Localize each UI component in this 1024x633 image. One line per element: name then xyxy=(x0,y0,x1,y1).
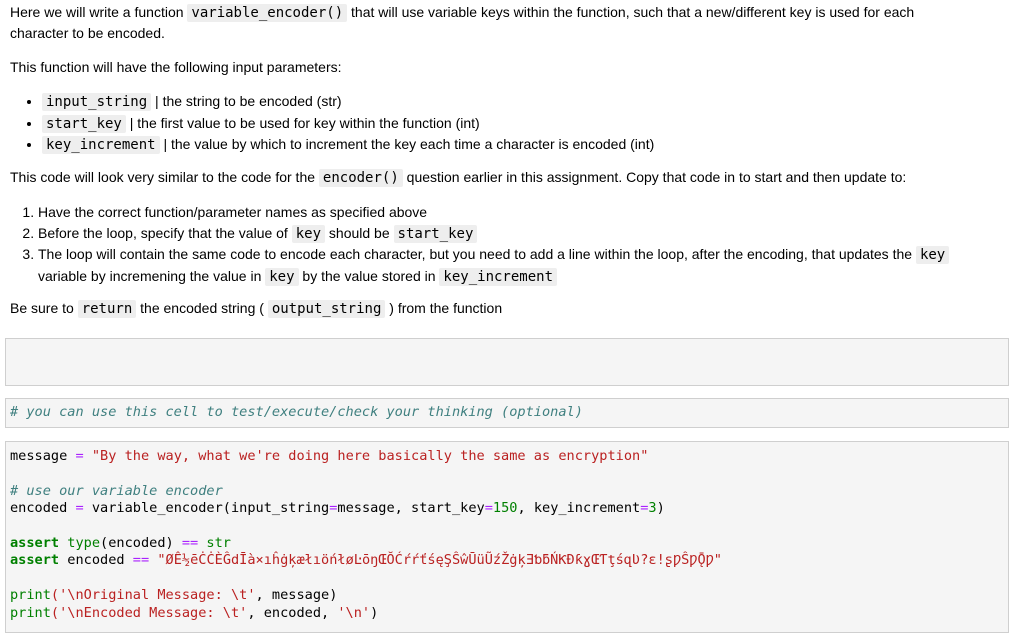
code-token: '\n' xyxy=(337,604,371,621)
step-item: Have the correct function/parameter name… xyxy=(38,202,1010,223)
text: ) from the function xyxy=(385,300,503,316)
text: Before the loop, specify that the value … xyxy=(38,224,292,241)
param-code: key_increment xyxy=(42,136,160,154)
code-token: 150 xyxy=(492,500,518,517)
code-block: message = "By the way, what we're doing … xyxy=(6,442,1008,622)
text: Here we will write a function xyxy=(10,4,188,20)
params-list: input_string | the string to be encoded … xyxy=(10,91,1010,156)
param-code: input_string xyxy=(42,93,152,111)
text: The loop will contain the same code to e… xyxy=(38,246,916,262)
param-item: input_string | the string to be encoded … xyxy=(42,91,1010,113)
return-paragraph: Be sure to return the encoded string ( o… xyxy=(10,298,1010,319)
code-token: message xyxy=(10,448,76,464)
code-token: , key_increment xyxy=(517,500,641,517)
param-desc: | the first value to be used for key wit… xyxy=(125,114,480,131)
code-comment: # you can use this cell to test/execute/… xyxy=(10,404,583,420)
code-token: assert xyxy=(10,552,60,569)
text: by the value stored in xyxy=(298,267,440,284)
code-token: ) xyxy=(656,500,665,517)
code-token: , encoded, xyxy=(247,604,338,621)
code-token: == xyxy=(132,552,150,569)
text: that will use variable keys within the f… xyxy=(347,4,915,20)
code-token: ('\nOriginal Message: \t' xyxy=(50,587,256,604)
code-token: , message) xyxy=(255,587,338,604)
text: character to be encoded. xyxy=(10,25,165,41)
code-token: ('\nEncoded Message: \t' xyxy=(50,604,248,621)
code-token: ) xyxy=(370,604,379,621)
code-token: print xyxy=(10,604,51,621)
text: variable by incremening the value in xyxy=(38,267,266,284)
param-desc: | the string to be encoded (str) xyxy=(151,93,342,109)
code-token: (encoded) xyxy=(100,535,182,552)
code-token: assert xyxy=(10,535,60,552)
param-item: start_key | the first value to be used f… xyxy=(42,113,1010,135)
code-token: variable_encoder(input_string xyxy=(83,500,330,517)
step-item: Before the loop, specify that the value … xyxy=(38,223,1010,245)
inline-code: return xyxy=(77,300,137,318)
text: This code will look very similar to the … xyxy=(10,169,319,185)
instructions-paragraph: This code will look very similar to the … xyxy=(10,167,1010,188)
param-desc: | the value by which to increment the ke… xyxy=(159,136,655,152)
inline-code: key xyxy=(291,224,326,243)
text: the encoded string ( xyxy=(136,300,268,316)
text: Be sure to xyxy=(10,300,78,316)
params-heading: This function will have the following in… xyxy=(10,59,342,75)
steps-list: Have the correct function/parameter name… xyxy=(10,202,1010,287)
inline-code: encoder() xyxy=(318,169,403,187)
param-item: key_increment | the value by which to in… xyxy=(42,134,1010,156)
code-token: str xyxy=(198,535,231,552)
code-token: # use our variable encoder xyxy=(10,482,223,499)
intro-paragraph: Here we will write a function variable_e… xyxy=(10,2,1010,43)
code-token: = xyxy=(75,500,84,517)
text: question earlier in this assignment. Cop… xyxy=(402,169,907,185)
inline-code: key xyxy=(265,267,299,286)
code-token: 3 xyxy=(648,500,657,517)
test-code-cell[interactable]: # you can use this cell to test/execute/… xyxy=(5,398,1009,428)
inline-code: start_key xyxy=(393,224,478,243)
code-token: "By the way, what we're doing here basic… xyxy=(83,448,649,464)
inline-code: key xyxy=(915,246,950,264)
code-token: print xyxy=(10,587,51,604)
code-token: = xyxy=(484,500,493,517)
notebook-page: Here we will write a function variable_e… xyxy=(0,0,1024,633)
main-code-cell[interactable]: message = "By the way, what we're doing … xyxy=(5,441,1009,633)
text: should be xyxy=(325,224,394,241)
code-token: encoded xyxy=(10,500,76,517)
inline-code: output_string xyxy=(267,300,386,318)
text: Have the correct function/parameter name… xyxy=(38,204,428,220)
code-token: type xyxy=(59,535,101,552)
code-token: message, start_key xyxy=(337,500,485,517)
empty-code-cell[interactable] xyxy=(5,338,1009,386)
step-item: The loop will contain the same code to e… xyxy=(38,244,1010,287)
code-token: = xyxy=(75,448,84,464)
param-code: start_key xyxy=(42,114,126,133)
code-token: "ØÊ½ēĊĊÈĜdĪà×ıĥġķæłıöńłøĿōŋŒŎĆŕŕťśęŞŜŵŪü… xyxy=(149,552,722,569)
code-token: encoded xyxy=(59,552,133,569)
code-token: == xyxy=(181,535,199,552)
inline-code-function-name: variable_encoder() xyxy=(187,4,348,22)
inline-code: key_increment xyxy=(439,267,557,286)
